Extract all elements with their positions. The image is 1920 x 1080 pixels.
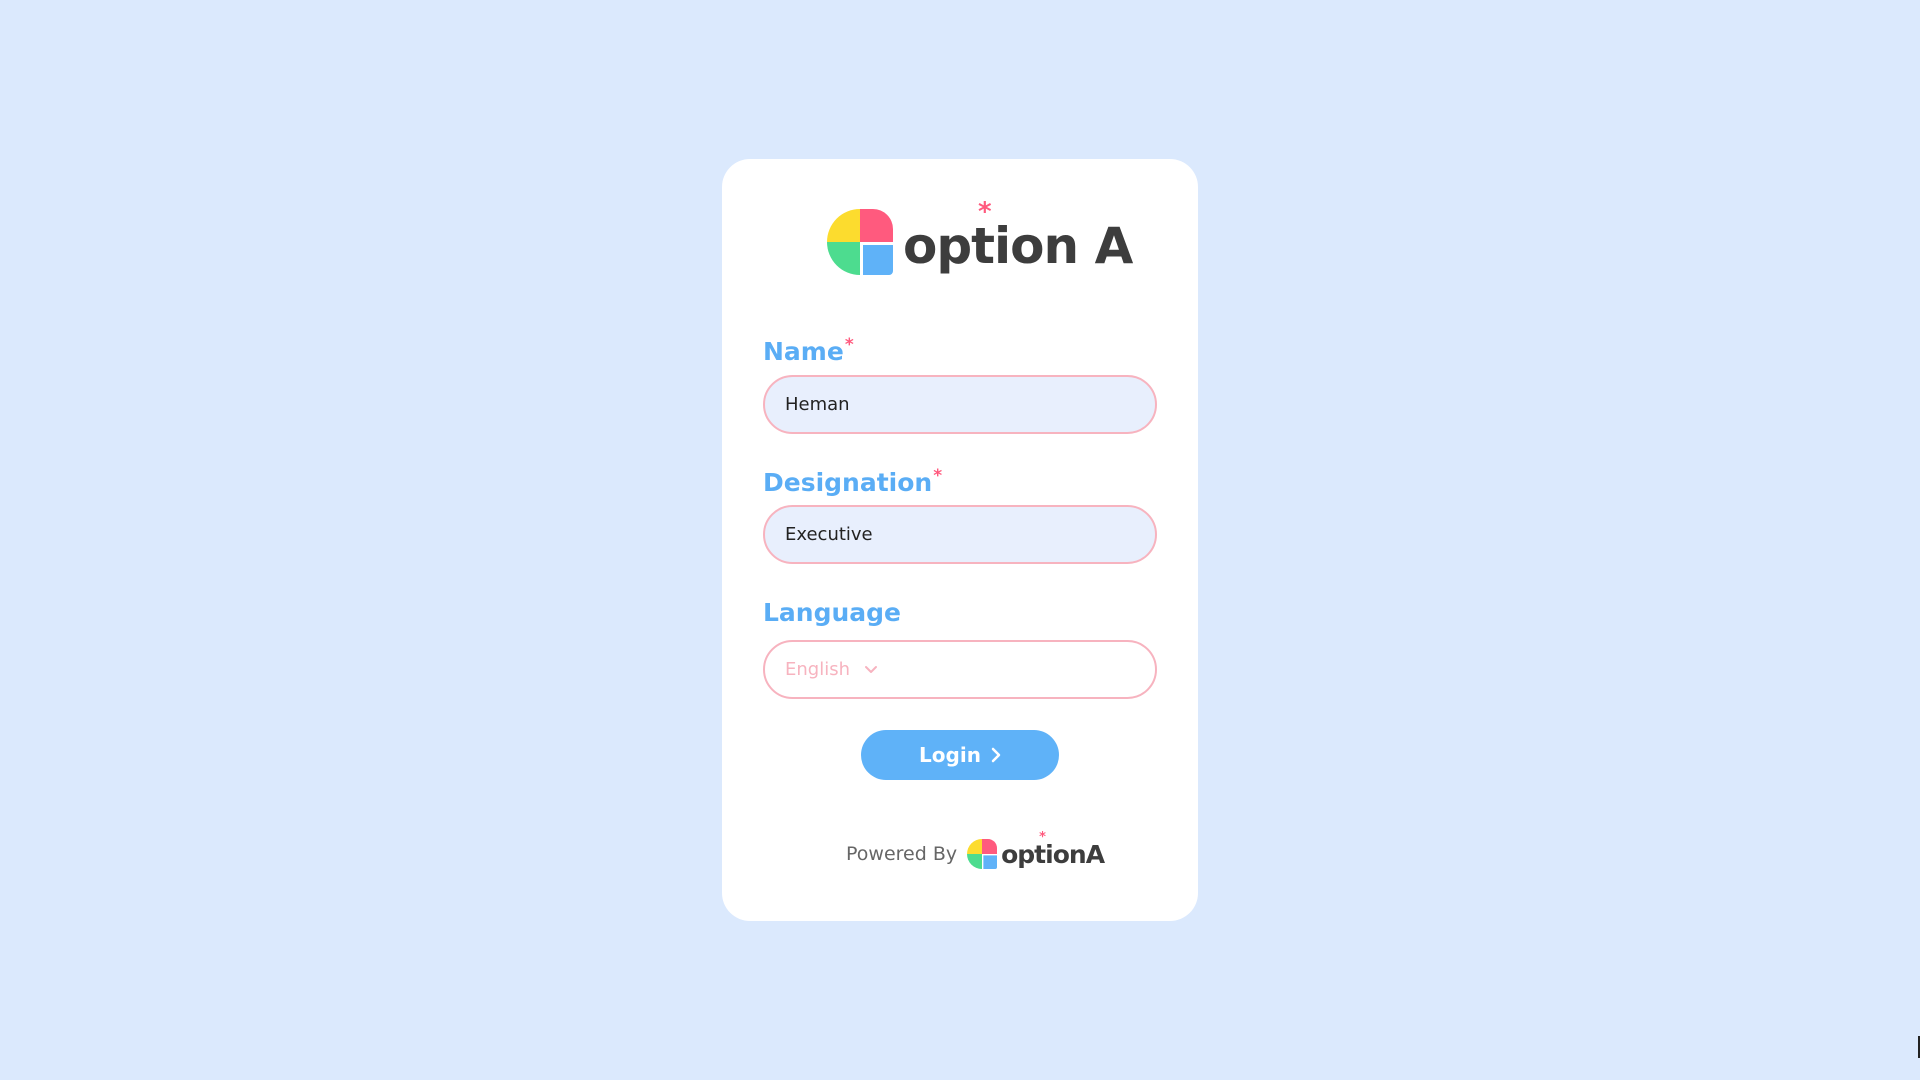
logo-wordmark: option A * xyxy=(903,199,1133,271)
name-label: Name* xyxy=(763,335,854,366)
name-input-value: Heman xyxy=(785,394,850,415)
language-label: Language xyxy=(763,598,901,627)
powered-by-logo: optionA * xyxy=(967,830,1105,869)
powered-by-word-suffix: A xyxy=(1085,839,1105,869)
chevron-right-icon xyxy=(991,747,1001,763)
language-select[interactable]: English xyxy=(763,640,1157,699)
powered-by-star: * xyxy=(1039,829,1046,845)
chevron-down-icon xyxy=(865,665,877,673)
language-select-value: English xyxy=(785,659,850,680)
login-card: option A * Name* Heman Designation* Exec… xyxy=(722,159,1198,921)
powered-by: Powered By optionA * xyxy=(846,830,1105,869)
login-button[interactable]: Login xyxy=(861,730,1059,780)
name-input[interactable]: Heman xyxy=(763,375,1157,434)
designation-label-text: Designation xyxy=(763,468,933,497)
brand-logo: option A * xyxy=(827,199,1133,275)
required-marker: * xyxy=(844,335,854,355)
logo-star: * xyxy=(978,197,992,227)
language-label-text: Language xyxy=(763,598,902,627)
designation-input[interactable]: Executive xyxy=(763,505,1157,564)
powered-by-wordmark: optionA * xyxy=(1001,830,1105,869)
required-marker: * xyxy=(933,466,943,486)
login-button-label: Login xyxy=(919,743,981,767)
designation-label: Designation* xyxy=(763,466,943,497)
logo-mark-icon xyxy=(827,209,893,275)
powered-by-text: Powered By xyxy=(846,843,958,865)
designation-input-value: Executive xyxy=(785,524,873,545)
logo-word-suffix: A xyxy=(1094,217,1134,275)
logo-mark-icon xyxy=(967,839,998,869)
name-label-text: Name xyxy=(763,337,844,366)
